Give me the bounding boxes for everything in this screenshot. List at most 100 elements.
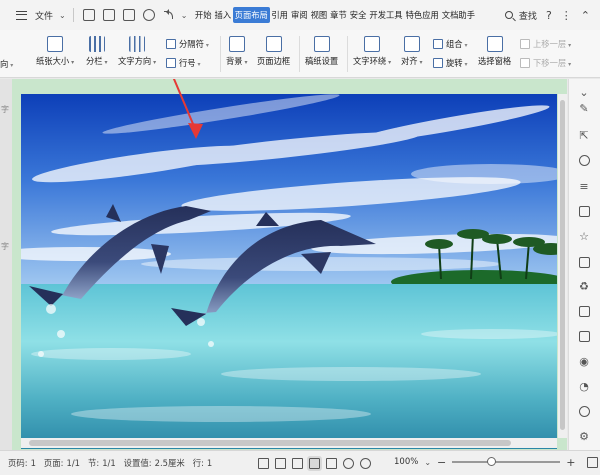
margins-button[interactable]: 向 (0, 58, 13, 70)
tab-page-layout[interactable]: 页面布局 (232, 7, 270, 23)
zoom-in-icon[interactable]: + (566, 456, 575, 469)
backup-icon[interactable]: ◉ (577, 354, 591, 368)
outline-view-icon[interactable] (326, 457, 337, 469)
group-label: 组合 (446, 38, 468, 50)
star-icon[interactable]: ☆ (577, 229, 591, 243)
more-options-icon[interactable]: ⋮ (561, 9, 572, 22)
status-line-value: 1 (206, 458, 213, 468)
quick-access-chevron-icon[interactable]: ⌄ (181, 11, 188, 20)
file-menu[interactable]: 文件 (35, 9, 53, 22)
status-line: 行: 1 (193, 457, 213, 469)
horizontal-scrollbar-thumb[interactable] (29, 440, 511, 446)
page-border-button[interactable]: 页面边框 (257, 36, 290, 67)
separator (72, 8, 74, 22)
status-line-label: 行: (192, 458, 204, 468)
menu-bar: 文件 ⌄ ⌄ 开始 插入 页面布局 引用 审阅 视图 章节 安全 开发工具 特色… (0, 0, 600, 30)
reading-mode-icon[interactable] (275, 457, 286, 469)
fullscreen-icon[interactable] (258, 457, 269, 469)
status-section-label: 节: (87, 458, 100, 468)
selection-pane-icon (486, 36, 503, 52)
eye-protection-icon[interactable] (360, 457, 371, 469)
tab-developer[interactable]: 开发工具 (368, 7, 404, 23)
ribbon-toolbar: 向 纸张大小 分栏 文字方向 分隔符 行号 背景 页面边框 稿纸设置 文字环绕 … (0, 30, 600, 78)
send-backward-label: 下移一层 (533, 57, 571, 69)
export-pdf-icon[interactable] (102, 9, 115, 21)
archive-icon[interactable] (577, 304, 591, 318)
separator-icon (166, 39, 176, 49)
edit-mode-icon[interactable] (292, 457, 303, 469)
vertical-scrollbar-thumb[interactable] (560, 100, 565, 430)
zoom-slider[interactable] (452, 455, 561, 469)
align-label: 对齐 (401, 55, 423, 67)
help-icon[interactable]: ? (546, 9, 552, 22)
web-view-icon[interactable] (343, 457, 354, 469)
image-icon[interactable] (577, 204, 591, 218)
hamburger-menu-icon[interactable] (16, 10, 27, 20)
save-icon[interactable] (82, 9, 95, 21)
text-direction-label: 文字方向 (118, 55, 156, 67)
tab-references[interactable]: 引用 (270, 7, 290, 23)
zoom-slider-knob[interactable] (486, 457, 496, 466)
line-number-label: 行号 (179, 57, 201, 69)
align-button[interactable]: 对齐 (401, 36, 423, 67)
print-preview-icon[interactable] (142, 9, 155, 21)
status-pages-label: 页面: (43, 458, 64, 468)
zoom-value[interactable]: 100% (394, 457, 418, 467)
search-button[interactable]: 查找 (504, 9, 537, 22)
status-setting-label: 设置值: (123, 458, 152, 468)
picture-icon[interactable] (577, 329, 591, 343)
ribbon-divider (347, 36, 348, 72)
background-button[interactable]: 背景 (226, 36, 248, 67)
separator-label: 分隔符 (179, 38, 209, 50)
shapes-icon[interactable] (577, 153, 591, 167)
text-wrap-button[interactable]: 文字环绕 (353, 36, 391, 67)
text-direction-button[interactable]: 文字方向 (118, 36, 156, 67)
file-menu-chevron-icon[interactable]: ⌄ (59, 11, 66, 20)
print-icon[interactable] (122, 9, 135, 21)
annotation-arrow (172, 79, 203, 139)
adjust-icon[interactable]: ≡ (577, 179, 591, 193)
collapse-sidebar-icon[interactable]: ⌄ (577, 85, 591, 99)
help-circle-icon[interactable] (577, 404, 591, 418)
ribbon-tabs: 开始 插入 页面布局 引用 审阅 视图 章节 安全 开发工具 特色应用 文档助手 (193, 0, 476, 30)
tab-sections[interactable]: 章节 (329, 7, 349, 23)
pen-icon[interactable]: ✎ (577, 101, 591, 115)
margins-label: 向 (0, 58, 13, 70)
rotate-button[interactable]: 旋转 (433, 57, 468, 69)
separator-button[interactable]: 分隔符 (166, 38, 209, 50)
zoom-out-icon[interactable]: − (437, 456, 446, 469)
send-backward-button[interactable]: 下移一层 (520, 57, 571, 69)
tab-view[interactable]: 视图 (309, 7, 329, 23)
horizontal-scrollbar[interactable] (21, 438, 557, 448)
vertical-scrollbar[interactable] (558, 94, 567, 438)
tab-home[interactable]: 开始 (193, 7, 213, 23)
search-label: 查找 (518, 11, 537, 22)
text-wrap-icon (364, 36, 381, 52)
group-button[interactable]: 组合 (433, 38, 468, 50)
tab-review[interactable]: 审阅 (289, 7, 309, 23)
select-cursor-icon[interactable]: ⇱ (577, 128, 591, 142)
translate-icon[interactable]: ♻ (577, 279, 591, 293)
collapse-ribbon-icon[interactable]: ⌃ (581, 9, 590, 22)
paper-setup-button[interactable]: 稿纸设置 (305, 36, 338, 67)
fit-window-icon[interactable] (587, 456, 599, 468)
text-direction-icon (129, 36, 146, 52)
share-icon[interactable] (577, 255, 591, 269)
tab-insert[interactable]: 插入 (213, 7, 233, 23)
history-icon[interactable]: ◔ (577, 379, 591, 393)
settings-icon[interactable]: ⚙ (577, 429, 591, 443)
page-view-icon[interactable] (307, 455, 322, 471)
selection-pane-button[interactable]: 选择窗格 (478, 36, 511, 67)
line-number-button[interactable]: 行号 (166, 57, 201, 69)
columns-button[interactable]: 分栏 (86, 36, 108, 67)
tab-doc-assistant[interactable]: 文档助手 (440, 7, 476, 23)
right-toolbar: ⌄ ✎ ⇱ ≡ ☆ ♻ ◉ ◔ ⚙ (568, 79, 600, 450)
tab-special-apps[interactable]: 特色应用 (404, 7, 440, 23)
group-icon (433, 39, 443, 49)
zoom-dropdown-icon[interactable]: ⌄ (424, 458, 431, 467)
bring-forward-button[interactable]: 上移一层 (520, 38, 571, 50)
rotate-icon (433, 58, 443, 68)
tab-security[interactable]: 安全 (348, 7, 368, 23)
paper-size-button[interactable]: 纸张大小 (36, 36, 74, 67)
undo-icon[interactable] (163, 9, 175, 21)
